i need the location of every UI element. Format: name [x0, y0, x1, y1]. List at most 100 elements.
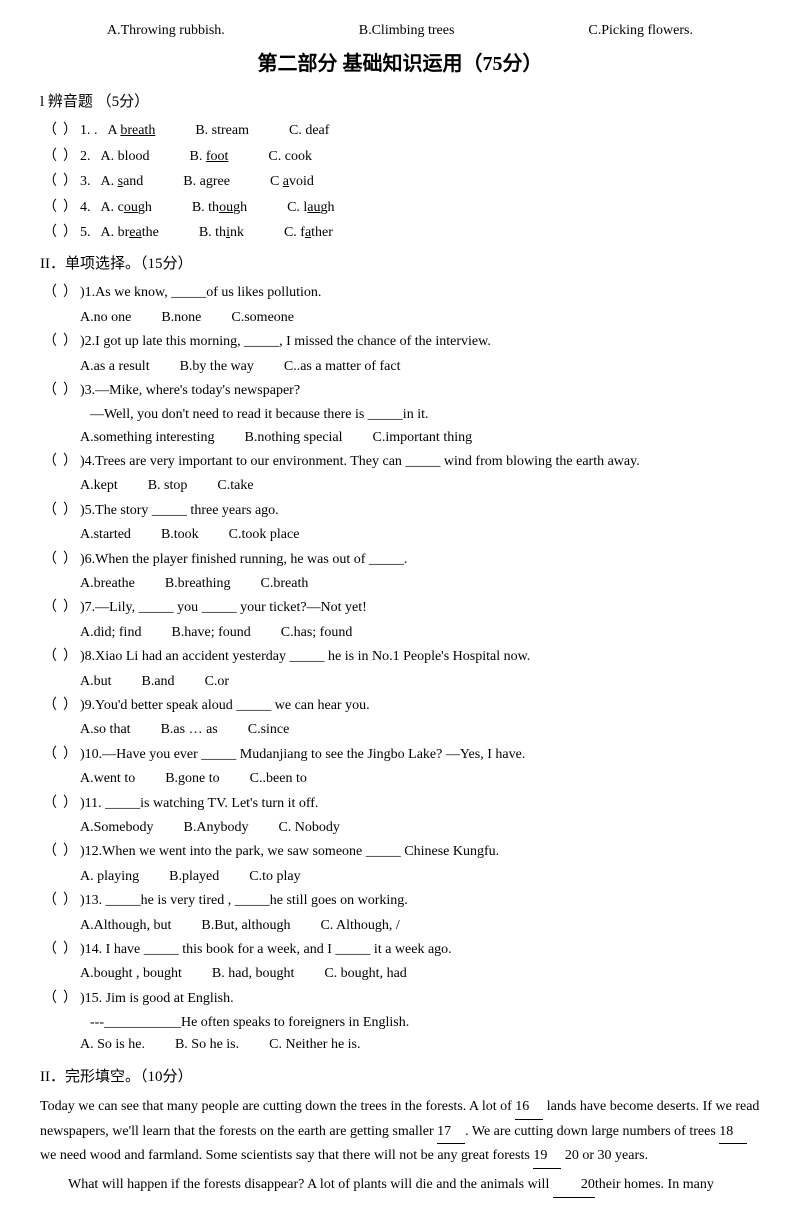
s2-q15-row: （） )15. Jim is good at English.	[40, 988, 760, 1010]
s2-q13-options: A.Although, but B.But, although C. Altho…	[80, 915, 760, 937]
s2-q12-text: )12.When we went into the park, we saw s…	[80, 841, 499, 863]
s2-q1-options: A.no one B.none C.someone	[80, 307, 760, 329]
section3-para2: What will happen if the forests disappea…	[40, 1173, 760, 1198]
s2-q10-row: （） )10.—Have you ever _____ Mudanjiang t…	[40, 744, 760, 766]
q3-paren: （	[40, 171, 60, 193]
option-c: C.Picking flowers.	[588, 20, 693, 42]
s2-q11-row: （） )11. _____is watching TV. Let's turn …	[40, 793, 760, 815]
q4-opt-a: A. cough	[101, 197, 152, 219]
s2-q5-options: A.started B.took C.took place	[80, 524, 760, 546]
q1-options: A breath B. stream C. deaf	[108, 120, 330, 142]
q1-opt-b: B. stream	[195, 120, 249, 142]
phonetics-q4: （ ） 4. A. cough B. though C. laugh	[40, 197, 760, 219]
q4-options: A. cough B. though C. laugh	[101, 197, 335, 219]
s2-q14-options: A.bought , bought B. had, bought C. boug…	[80, 963, 760, 985]
q5-opt-b: B. think	[199, 222, 244, 244]
q4-paren2: ）	[60, 197, 80, 219]
section3-title: II．完形填空。（10分）	[40, 1065, 760, 1089]
q3-paren2: ）	[60, 171, 80, 193]
section1: l 辨音题 （5分） （ ） 1. . A breath B. stream C…	[40, 90, 760, 244]
s2-q4-text: )4.Trees are very important to our envir…	[80, 451, 640, 473]
s2-q14-row: （） )14. I have _____ this book for a wee…	[40, 939, 760, 961]
q4-opt-b: B. though	[192, 197, 247, 219]
q1-paren: （	[40, 120, 60, 142]
q1-paren2: ）	[60, 120, 80, 142]
s2-q4-options: A.kept B. stop C.take	[80, 475, 760, 497]
q3-opt-c: C avoid	[270, 171, 314, 193]
part2-title: 第二部分 基础知识运用（75分）	[40, 48, 760, 80]
s2-q3-text: )3.—Mike, where's today's newspaper?	[80, 380, 300, 402]
q1-opt-a: A breath	[108, 120, 156, 142]
s2-q8-text: )8.Xiao Li had an accident yesterday ___…	[80, 646, 530, 668]
q2-opt-c: C. cook	[268, 146, 312, 168]
q5-paren: （	[40, 222, 60, 244]
s2-q15-subtext: ---___________He often speaks to foreign…	[90, 1012, 760, 1034]
s2-q2-row: （） )2.I got up late this morning, _____,…	[40, 331, 760, 353]
q3-opt-b: B. agree	[183, 171, 230, 193]
q4-opt-c: C. laugh	[287, 197, 334, 219]
s2-q10-text: )10.—Have you ever _____ Mudanjiang to s…	[80, 744, 525, 766]
q2-paren: （	[40, 146, 60, 168]
q2-opt-b: B. foot	[190, 146, 229, 168]
section3-para1: Today we can see that many people are cu…	[40, 1095, 760, 1169]
s2-q9-text: )9.You'd better speak aloud _____ we can…	[80, 695, 370, 717]
q2-paren2: ）	[60, 146, 80, 168]
section1-title: l 辨音题 （5分）	[40, 90, 760, 114]
s2-q7-options: A.did; find B.have; found C.has; found	[80, 622, 760, 644]
s2-q6-row: （） )6.When the player finished running, …	[40, 549, 760, 571]
s2-q1-row: （） )1.As we know, _____of us likes pollu…	[40, 282, 760, 304]
s2-q12-row: （） )12.When we went into the park, we sa…	[40, 841, 760, 863]
q5-paren2: ）	[60, 222, 80, 244]
phonetics-q2: （ ） 2. A. blood B. foot C. cook	[40, 146, 760, 168]
q3-num: 3.	[80, 171, 91, 193]
section2: II．单项选择。（15分） （） )1.As we know, _____of …	[40, 252, 760, 1057]
s2-q13-text: )13. _____he is very tired , _____he sti…	[80, 890, 408, 912]
q1-opt-c: C. deaf	[289, 120, 329, 142]
phonetics-q1: （ ） 1. . A breath B. stream C. deaf	[40, 120, 760, 142]
q4-num: 4.	[80, 197, 91, 219]
s2-q6-text: )6.When the player finished running, he …	[80, 549, 407, 571]
s2-q7-text: )7.—Lily, _____ you _____ your ticket?—N…	[80, 597, 367, 619]
header-options: A.Throwing rubbish. B.Climbing trees C.P…	[40, 20, 760, 42]
s2-q6-options: A.breathe B.breathing C.breath	[80, 573, 760, 595]
s2-q13-row: （） )13. _____he is very tired , _____he …	[40, 890, 760, 912]
s2-q1-text: )1.As we know, _____of us likes pollutio…	[80, 282, 321, 304]
q3-options: A. sand B. agree C avoid	[101, 171, 314, 193]
s2-q8-row: （） )8.Xiao Li had an accident yesterday …	[40, 646, 760, 668]
s2-q7-row: （） )7.—Lily, _____ you _____ your ticket…	[40, 597, 760, 619]
q5-opt-a: A. breathe	[101, 222, 159, 244]
q2-options: A. blood B. foot C. cook	[101, 146, 312, 168]
s2-q3-row: （） )3.—Mike, where's today's newspaper?	[40, 380, 760, 402]
s2-q8-options: A.but B.and C.or	[80, 671, 760, 693]
s2-q11-text: )11. _____is watching TV. Let's turn it …	[80, 793, 318, 815]
option-b: B.Climbing trees	[359, 20, 455, 42]
s2-q3-subtext: —Well, you don't need to read it because…	[90, 404, 760, 426]
section3: II．完形填空。（10分） Today we can see that many…	[40, 1065, 760, 1198]
q1-num: 1. .	[80, 120, 98, 142]
option-a: A.Throwing rubbish.	[107, 20, 225, 42]
q2-opt-a: A. blood	[101, 146, 150, 168]
s2-q10-options: A.went to B.gone to C..been to	[80, 768, 760, 790]
s2-q5-text: )5.The story _____ three years ago.	[80, 500, 279, 522]
s2-q4-row: （） )4.Trees are very important to our en…	[40, 451, 760, 473]
s2-q3-options: A.something interesting B.nothing specia…	[80, 427, 760, 449]
q5-num: 5.	[80, 222, 91, 244]
section2-title: II．单项选择。（15分）	[40, 252, 760, 276]
phonetics-q3: （ ） 3. A. sand B. agree C avoid	[40, 171, 760, 193]
q2-num: 2.	[80, 146, 91, 168]
s2-q14-text: )14. I have _____ this book for a week, …	[80, 939, 452, 961]
q3-opt-a: A. sand	[101, 171, 144, 193]
s2-q15-options: A. So is he. B. So he is. C. Neither he …	[80, 1034, 760, 1056]
s2-q11-options: A.Somebody B.Anybody C. Nobody	[80, 817, 760, 839]
q5-options: A. breathe B. think C. father	[101, 222, 333, 244]
s2-q15-text: )15. Jim is good at English.	[80, 988, 234, 1010]
s2-q2-text: )2.I got up late this morning, _____, I …	[80, 331, 491, 353]
q4-paren: （	[40, 197, 60, 219]
s2-q5-row: （） )5.The story _____ three years ago.	[40, 500, 760, 522]
s2-q9-options: A.so that B.as … as C.since	[80, 719, 760, 741]
s2-q12-options: A. playing B.played C.to play	[80, 866, 760, 888]
s2-q2-options: A.as a result B.by the way C..as a matte…	[80, 356, 760, 378]
q5-opt-c: C. father	[284, 222, 333, 244]
phonetics-q5: （ ） 5. A. breathe B. think C. father	[40, 222, 760, 244]
s2-q9-row: （） )9.You'd better speak aloud _____ we …	[40, 695, 760, 717]
